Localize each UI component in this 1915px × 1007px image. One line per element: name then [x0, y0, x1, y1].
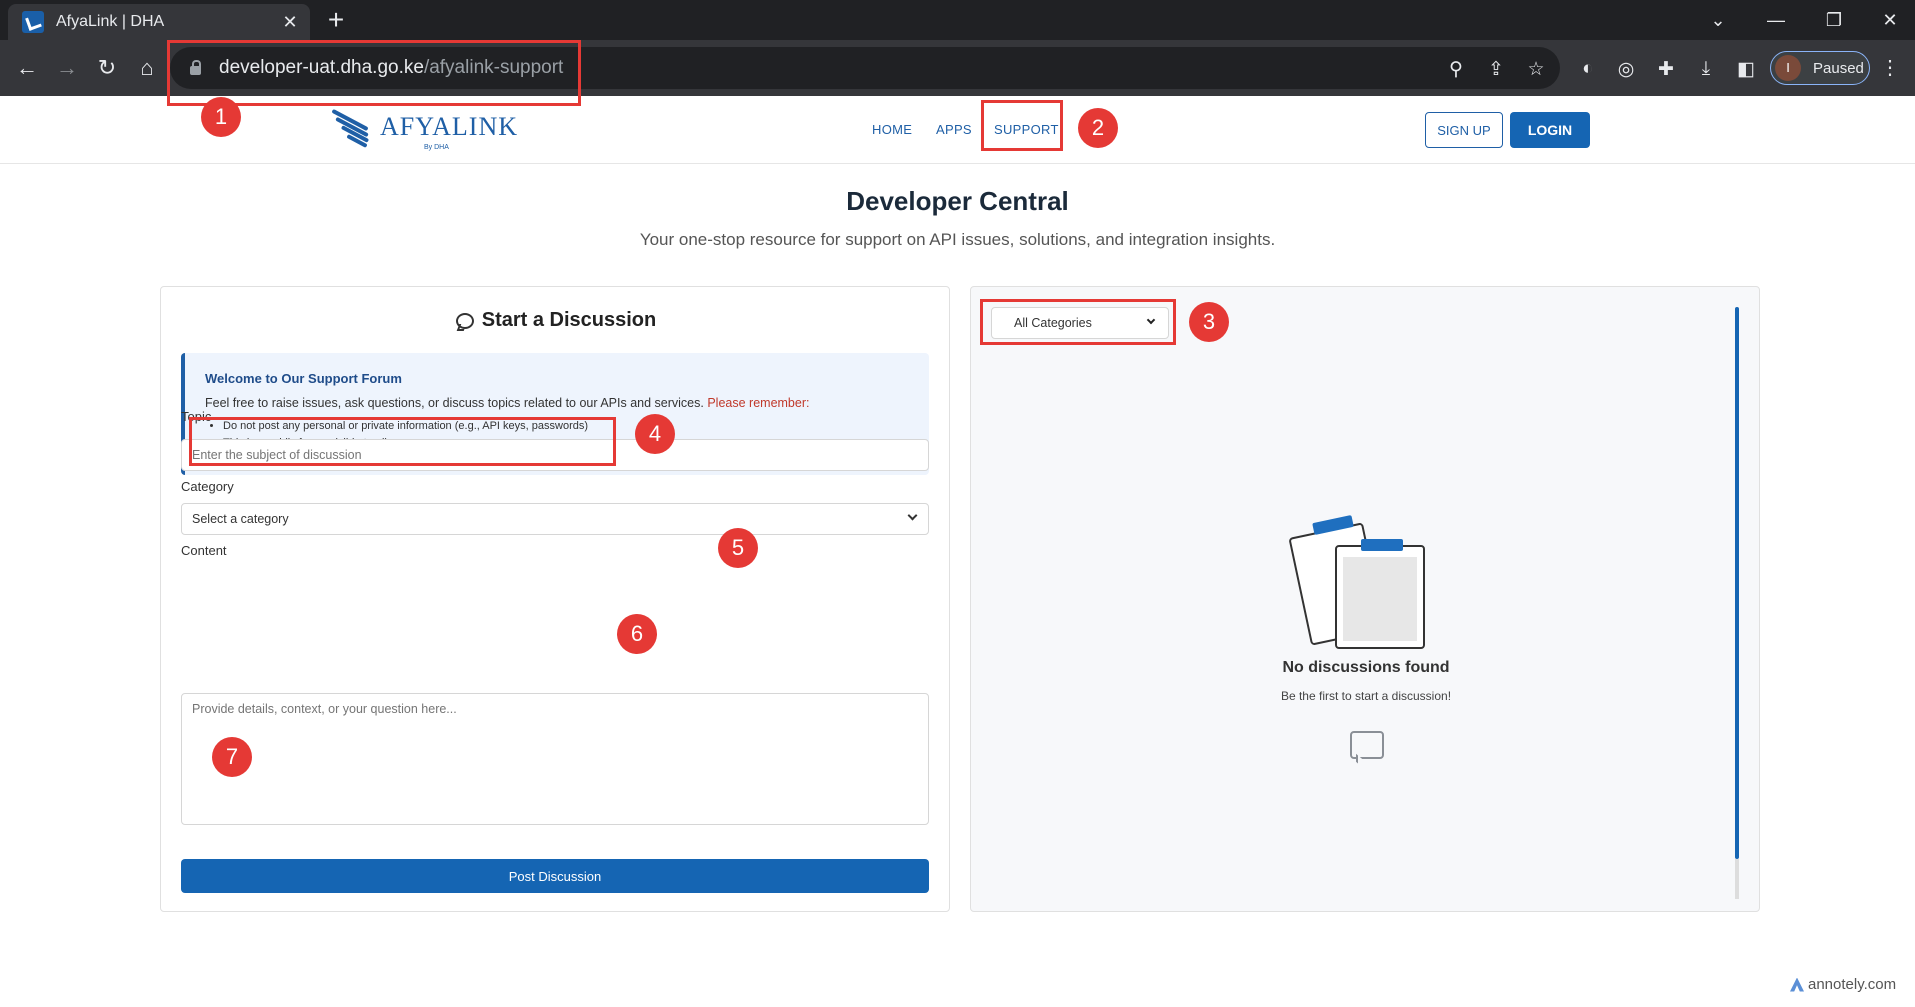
chevron-down-icon [907, 510, 918, 521]
category-select[interactable]: Select a category [181, 503, 929, 535]
bookmark-star-icon[interactable]: ☆ [1524, 57, 1548, 81]
discussion-form-panel: Start a Discussion Welcome to Our Suppor… [160, 286, 950, 912]
avatar: I [1775, 55, 1801, 81]
annotation-highlight-4 [189, 417, 616, 466]
nav-apps[interactable]: APPS [936, 122, 972, 137]
tab-search-chevron-icon[interactable]: ⌄ [1690, 0, 1746, 40]
chat-bubble-icon [455, 312, 474, 329]
annotation-badge-5: 5 [718, 528, 758, 568]
minimize-window-button[interactable]: — [1748, 0, 1804, 40]
annotation-badge-3: 3 [1189, 302, 1229, 342]
tab-close-icon[interactable]: ✕ [280, 12, 300, 33]
chat-bubble-icon [1350, 731, 1384, 759]
profile-status: Paused [1813, 59, 1864, 77]
form-title-text: Start a Discussion [481, 309, 657, 331]
login-button[interactable]: LOGIN [1510, 112, 1590, 148]
browser-tab[interactable]: AfyaLink | DHA ✕ [8, 4, 310, 40]
annotation-badge-7: 7 [212, 737, 252, 777]
sidepanel-icon[interactable]: ◧ [1734, 57, 1758, 81]
page-title: Developer Central [846, 186, 1069, 216]
restore-window-button[interactable]: ❐ [1806, 0, 1862, 40]
annotation-badge-4: 4 [635, 414, 675, 454]
extension-puzzle-icon[interactable]: ✚ [1654, 57, 1678, 81]
annotely-logo-icon [1790, 977, 1804, 992]
content-textarea[interactable] [181, 693, 929, 825]
notice-title: Welcome to Our Support Forum [205, 371, 402, 386]
content-label: Content [181, 543, 227, 558]
close-window-button[interactable]: ✕ [1862, 0, 1915, 40]
annotation-badge-1: 1 [201, 97, 241, 137]
browser-tab-bar: AfyaLink | DHA ✕ + ⌄ — ❐ ✕ [0, 0, 1915, 40]
page-subtitle: Your one-stop resource for support on AP… [639, 230, 1276, 249]
notice-warning: Please remember: [707, 396, 810, 410]
watermark-text: annotely.com [1808, 976, 1897, 993]
share-icon[interactable]: ⇪ [1484, 57, 1508, 81]
new-tab-button[interactable]: + [320, 6, 352, 36]
nav-home[interactable]: HOME [872, 122, 912, 137]
annotation-badge-6: 6 [617, 614, 657, 654]
back-icon[interactable]: ← [11, 52, 43, 84]
forward-icon[interactable]: → [51, 52, 83, 84]
category-select-value: Select a category [192, 512, 289, 526]
empty-state-subtitle: Be the first to start a discussion! [1280, 689, 1452, 703]
site-header: AFYALINK By DHA HOME APPS SUPPORT SIGN U… [0, 96, 1915, 164]
reload-icon[interactable]: ↻ [91, 52, 123, 84]
annotation-highlight-3 [980, 299, 1176, 345]
category-label: Category [181, 479, 234, 494]
profile-button[interactable]: I Paused [1770, 51, 1870, 85]
menu-icon[interactable]: ⋮ [1880, 55, 1900, 80]
site-favicon-icon [22, 11, 44, 33]
discussions-panel: All Categories No discussions found Be t… [970, 286, 1760, 912]
empty-clipboard-icon [1288, 514, 1431, 651]
notice-body: Feel free to raise issues, ask questions… [205, 396, 909, 410]
wing-logo-icon [328, 108, 378, 148]
scrollbar-track[interactable] [1735, 859, 1739, 899]
annotation-highlight-2 [981, 100, 1063, 151]
annotation-badge-2: 2 [1078, 108, 1118, 148]
logo-text: AFYALINK [380, 112, 518, 141]
home-icon[interactable]: ⌂ [131, 52, 163, 84]
notice-text: Feel free to raise issues, ask questions… [205, 396, 704, 410]
download-icon[interactable]: ⤓ [1694, 57, 1718, 81]
post-discussion-button[interactable]: Post Discussion [181, 859, 929, 893]
signup-button[interactable]: SIGN UP [1425, 112, 1503, 148]
annotation-highlight-1 [167, 40, 581, 106]
empty-state-title: No discussions found [1282, 659, 1450, 676]
tab-title: AfyaLink | DHA [56, 13, 165, 30]
watermark: annotely.com [1790, 976, 1896, 993]
logo-subtext: By DHA [424, 144, 449, 151]
form-title: Start a Discussion [161, 309, 951, 332]
extension-circle-icon[interactable]: ◐ [1576, 57, 1600, 81]
scrollbar[interactable] [1735, 307, 1739, 859]
extension-target-icon[interactable]: ◎ [1614, 57, 1638, 81]
zoom-icon[interactable]: ⚲ [1444, 57, 1468, 81]
afyalink-logo[interactable]: AFYALINK By DHA [328, 108, 518, 151]
